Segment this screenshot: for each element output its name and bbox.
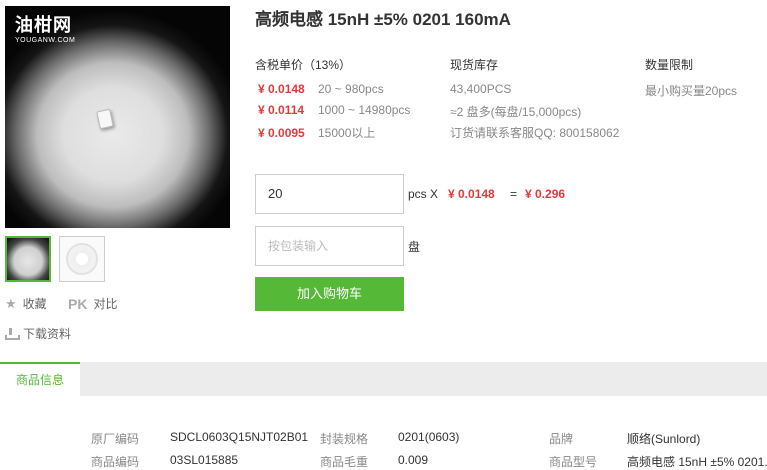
pk-icon: PK bbox=[68, 295, 88, 312]
pack-unit-label: 盘 bbox=[408, 240, 421, 254]
tier-qty: 15000以上 bbox=[318, 126, 376, 140]
reel-image bbox=[66, 243, 98, 275]
tier-qty: 1000 ~ 14980pcs bbox=[318, 103, 411, 117]
inductor-chip bbox=[96, 108, 114, 130]
tier-price: ¥ 0.0114 bbox=[258, 103, 305, 117]
price-header: 含税单价（13%） bbox=[255, 58, 352, 72]
spec-row-2: 商品编码 03SL015885 商品毛重 0.009 商品型号 高频电感 15n… bbox=[0, 453, 767, 469]
tier-price: ¥ 0.0095 bbox=[258, 126, 305, 140]
spec-label: 商品型号 bbox=[549, 455, 598, 469]
unit-price: ¥ 0.0148 bbox=[448, 187, 495, 201]
price-tier-1: ¥ 0.0148 20 ~ 980pcs bbox=[258, 82, 384, 96]
equals-sign: = bbox=[510, 187, 518, 201]
spec-value: 顺络(Sunlord) bbox=[627, 432, 701, 446]
favorite-button[interactable]: ★ 收藏 bbox=[5, 295, 47, 312]
spec-value: SDCL0603Q15NJT02B01 bbox=[170, 430, 309, 444]
product-title: 高频电感 15nH ±5% 0201 160mA bbox=[255, 10, 511, 29]
price-tier-2: ¥ 0.0114 1000 ~ 14980pcs bbox=[258, 103, 410, 117]
spec-value: 高频电感 15nH ±5% 0201... bbox=[627, 455, 767, 469]
spec-value: 0201(0603) bbox=[398, 430, 460, 444]
site-logo: 油柑网 YOUGANW.COM bbox=[15, 15, 75, 44]
download-button[interactable]: 下载资料 bbox=[5, 325, 71, 342]
compare-label: 对比 bbox=[93, 297, 118, 311]
stock-contact: 订货请联系客服QQ: 800158062 bbox=[450, 126, 620, 140]
stock-reels: ≈2 盘多(每盘/15,000pcs) bbox=[450, 105, 582, 119]
logo-name: 油柑网 bbox=[15, 15, 72, 35]
tier-qty: 20 ~ 980pcs bbox=[318, 82, 384, 96]
tab-bar: 商品信息 bbox=[0, 362, 767, 396]
download-label: 下载资料 bbox=[23, 327, 72, 341]
spec-label: 品牌 bbox=[549, 432, 574, 446]
spec-value: 03SL015885 bbox=[170, 453, 239, 467]
spec-label: 原厂编码 bbox=[91, 432, 140, 446]
product-main-image: 油柑网 YOUGANW.COM bbox=[5, 6, 230, 228]
spec-label: 商品编码 bbox=[91, 455, 140, 469]
tier-price: ¥ 0.0148 bbox=[258, 82, 305, 96]
stock-header: 现货库存 bbox=[450, 58, 499, 72]
stock-quantity: 43,400PCS bbox=[450, 82, 512, 96]
logo-domain: YOUGANW.COM bbox=[15, 37, 76, 44]
spec-row-1: 原厂编码 SDCL0603Q15NJT02B01 封装规格 0201(0603)… bbox=[0, 430, 767, 446]
min-purchase: 最小购买量20pcs bbox=[645, 84, 738, 98]
star-icon: ★ bbox=[5, 295, 17, 311]
price-tier-3: ¥ 0.0095 15000以上 bbox=[258, 124, 375, 141]
spec-label: 封装规格 bbox=[320, 432, 369, 446]
add-to-cart-button[interactable]: 加入购物车 bbox=[255, 277, 404, 311]
pack-quantity-input[interactable]: 按包装输入 bbox=[255, 226, 404, 266]
thumbnail-1[interactable] bbox=[5, 236, 51, 282]
thumbnail-2[interactable] bbox=[59, 236, 105, 282]
favorite-label: 收藏 bbox=[22, 297, 47, 311]
pcs-label: pcs X bbox=[408, 187, 439, 201]
spec-value: 0.009 bbox=[398, 453, 429, 467]
quantity-input[interactable]: 20 bbox=[255, 174, 404, 214]
total-price: ¥ 0.296 bbox=[525, 187, 566, 201]
compare-button[interactable]: PK 对比 bbox=[68, 295, 117, 312]
download-icon bbox=[5, 327, 20, 340]
tab-product-info[interactable]: 商品信息 bbox=[0, 362, 80, 396]
spec-label: 商品毛重 bbox=[320, 455, 369, 469]
limit-header: 数量限制 bbox=[645, 58, 694, 72]
